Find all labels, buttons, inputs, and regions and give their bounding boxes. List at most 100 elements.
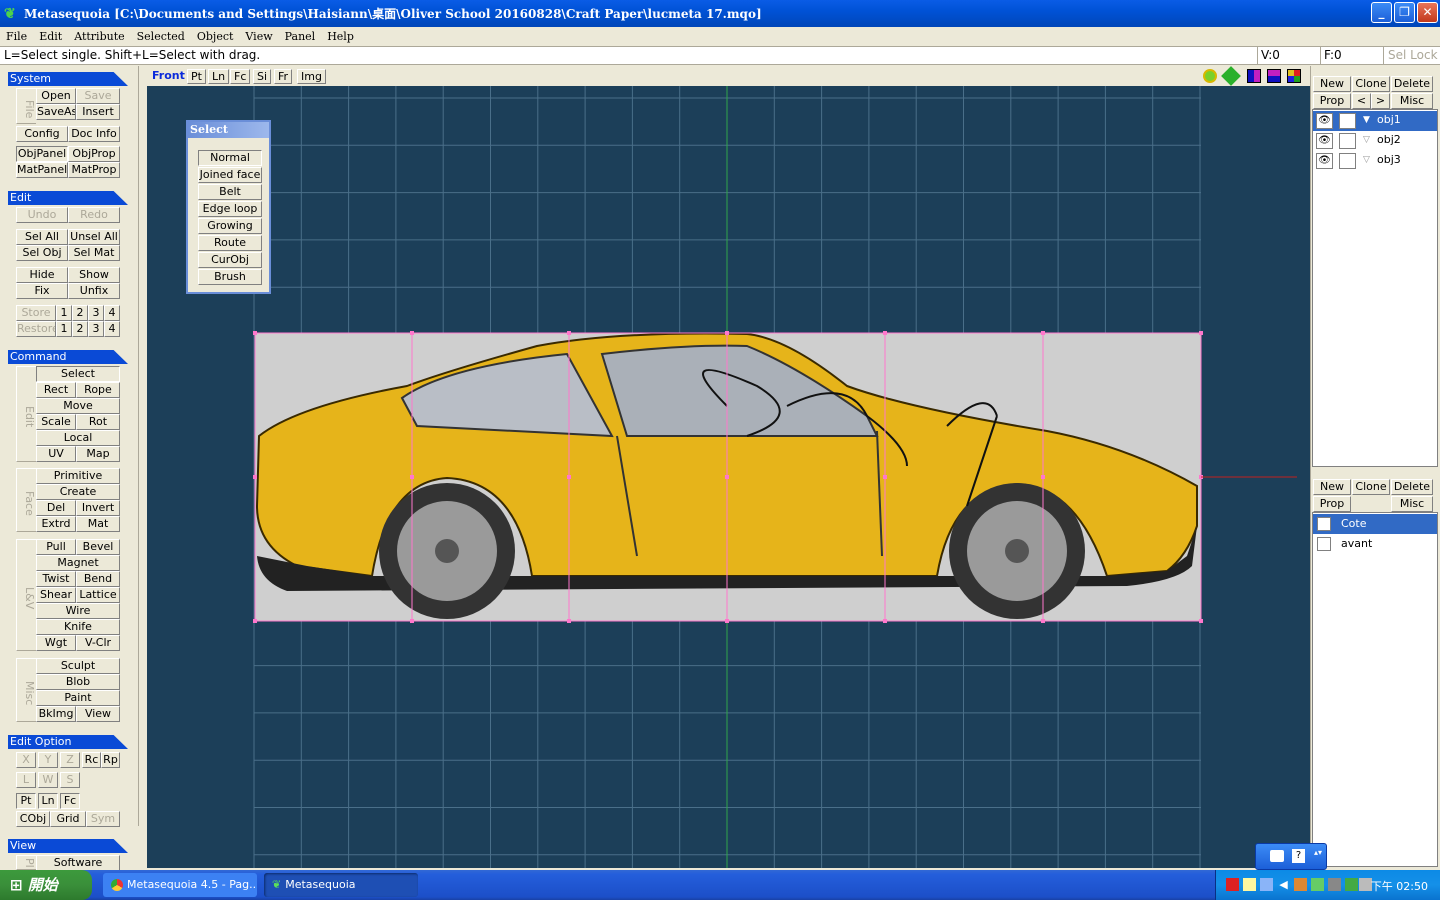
l-button[interactable]: L — [16, 772, 36, 788]
object-prop-button[interactable]: Prop — [1313, 93, 1351, 109]
collapsed-triangle-icon[interactable]: ▽ — [1363, 151, 1370, 169]
uv-button[interactable]: UV — [36, 446, 76, 462]
select-mode-curobj[interactable]: CurObj — [198, 252, 262, 268]
section-edit[interactable]: Edit — [8, 191, 128, 205]
tab-front[interactable]: Front — [149, 69, 188, 84]
move-view-icon[interactable] — [1221, 66, 1241, 86]
object-clone-button[interactable]: Clone — [1352, 76, 1390, 92]
restore-1-button[interactable]: 1 — [56, 321, 72, 337]
expand-triangle-icon[interactable]: ▼ — [1363, 111, 1370, 129]
sel-lock-button[interactable]: Sel Lock — [1383, 47, 1440, 64]
material-prop-button[interactable]: Prop — [1313, 496, 1351, 512]
menu-file[interactable]: File — [0, 30, 33, 43]
scale-button[interactable]: Scale — [36, 414, 76, 430]
local-button[interactable]: Local — [36, 430, 120, 446]
options-arrows-icon[interactable]: ▴▾ — [1314, 848, 1322, 857]
objprop-button[interactable]: ObjProp — [68, 146, 120, 162]
object-next-button[interactable]: > — [1371, 93, 1390, 109]
lattice-button[interactable]: Lattice — [76, 587, 120, 603]
menu-help[interactable]: Help — [321, 30, 360, 43]
collapsed-triangle-icon[interactable]: ▽ — [1363, 131, 1370, 149]
tab-fr[interactable]: Fr — [274, 69, 293, 84]
create-button[interactable]: Create — [36, 484, 120, 500]
y-lock-button[interactable]: Y — [38, 752, 58, 768]
taskbar-item-metasequoia[interactable]: ❦ Metasequoia — [264, 873, 418, 897]
select-tool-button[interactable]: Select — [36, 366, 120, 382]
undo-button[interactable]: Undo — [16, 207, 68, 223]
store-button[interactable]: Store — [16, 305, 56, 321]
ime-language-bar[interactable]: ? ▴▾ — [1255, 843, 1327, 870]
magnet-button[interactable]: Magnet — [36, 555, 120, 571]
rect-button[interactable]: Rect — [36, 382, 76, 398]
object-prev-button[interactable]: < — [1352, 93, 1371, 109]
fix-button[interactable]: Fix — [16, 283, 68, 299]
config-button[interactable]: Config — [16, 126, 68, 142]
rp-button[interactable]: Rp — [101, 752, 120, 768]
sym-button[interactable]: Sym — [86, 811, 120, 827]
store-2-button[interactable]: 2 — [72, 305, 88, 321]
object-misc-button[interactable]: Misc — [1391, 93, 1433, 109]
ln-option-button[interactable]: Ln — [38, 793, 58, 809]
color-mode-icon-2[interactable] — [1267, 69, 1281, 83]
security-icon[interactable] — [1311, 878, 1324, 891]
map-button[interactable]: Map — [76, 446, 120, 462]
lock-toggle[interactable] — [1339, 133, 1356, 149]
cobj-button[interactable]: CObj — [16, 811, 50, 827]
bend-button[interactable]: Bend — [76, 571, 120, 587]
select-mode-belt[interactable]: Belt — [198, 184, 262, 200]
notes-icon[interactable] — [1243, 878, 1256, 891]
taskbar-item-chrome[interactable]: Metasequoia 4.5 - Pag... — [103, 873, 257, 897]
insert-button[interactable]: Insert — [76, 104, 120, 120]
panel-scrollbar[interactable] — [138, 66, 147, 826]
open-button[interactable]: Open — [36, 88, 76, 104]
unsel-all-button[interactable]: Unsel All — [68, 229, 120, 245]
redo-button[interactable]: Redo — [68, 207, 120, 223]
minimize-button[interactable]: _ — [1371, 2, 1392, 23]
restore-2-button[interactable]: 2 — [72, 321, 88, 337]
material-clone-button[interactable]: Clone — [1352, 479, 1390, 495]
object-row[interactable]: 👁 ▼ obj1 — [1313, 111, 1437, 131]
twist-button[interactable]: Twist — [36, 571, 76, 587]
pt-option-button[interactable]: Pt — [16, 793, 36, 809]
save-button[interactable]: Save — [76, 88, 120, 104]
material-delete-button[interactable]: Delete — [1391, 479, 1433, 495]
eye-icon[interactable]: 👁 — [1316, 133, 1333, 149]
select-mode-normal[interactable]: Normal — [198, 150, 262, 166]
section-system[interactable]: System — [8, 72, 128, 86]
select-mode-growing[interactable]: Growing — [198, 218, 262, 234]
section-view[interactable]: View — [8, 839, 128, 853]
update-icon[interactable] — [1294, 878, 1307, 891]
sel-mat-button[interactable]: Sel Mat — [68, 245, 120, 261]
select-window-title[interactable]: Select — [188, 122, 269, 138]
bevel-button[interactable]: Bevel — [76, 539, 120, 555]
eye-icon[interactable]: 👁 — [1316, 153, 1333, 169]
pull-button[interactable]: Pull — [36, 539, 76, 555]
app-tray-icon[interactable] — [1345, 878, 1358, 891]
s-button[interactable]: S — [60, 772, 80, 788]
vclr-button[interactable]: V-Clr — [76, 635, 120, 651]
sel-obj-button[interactable]: Sel Obj — [16, 245, 68, 261]
close-button[interactable]: ✕ — [1417, 2, 1438, 23]
color-mode-icon-3[interactable] — [1287, 69, 1301, 83]
docinfo-button[interactable]: Doc Info — [68, 126, 120, 142]
tab-img[interactable]: Img — [297, 69, 326, 84]
material-row[interactable]: Cote — [1313, 514, 1437, 534]
mat-button[interactable]: Mat — [76, 516, 120, 532]
invert-button[interactable]: Invert — [76, 500, 120, 516]
select-mode-route[interactable]: Route — [198, 235, 262, 251]
keyboard-icon[interactable] — [1270, 850, 1284, 862]
tab-pt[interactable]: Pt — [187, 69, 206, 84]
utility-icon[interactable] — [1328, 878, 1341, 891]
paint-button[interactable]: Paint — [36, 690, 120, 706]
rot-button[interactable]: Rot — [76, 414, 120, 430]
select-mode-edge-loop[interactable]: Edge loop — [198, 201, 262, 217]
unfix-button[interactable]: Unfix — [68, 283, 120, 299]
tab-ln[interactable]: Ln — [208, 69, 230, 84]
network-icon[interactable] — [1260, 878, 1273, 891]
wire-button[interactable]: Wire — [36, 603, 120, 619]
color-mode-icon-1[interactable] — [1247, 69, 1261, 83]
store-3-button[interactable]: 3 — [88, 305, 104, 321]
restore-button[interactable]: Restore — [16, 321, 56, 337]
3d-viewport[interactable] — [147, 86, 1310, 868]
object-delete-button[interactable]: Delete — [1391, 76, 1433, 92]
